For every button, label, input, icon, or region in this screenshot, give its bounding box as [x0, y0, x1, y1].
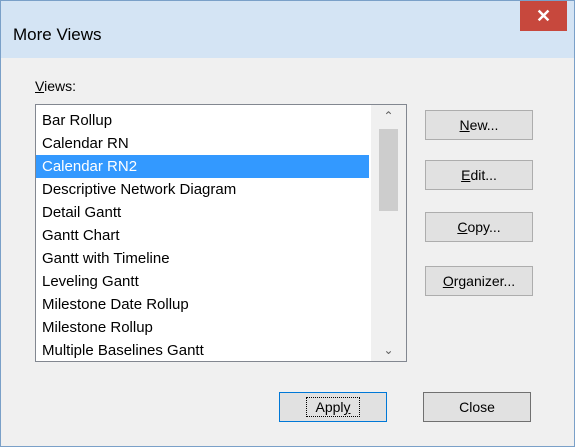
- vertical-scrollbar[interactable]: ⌃ ⌄: [371, 105, 406, 361]
- organizer-button[interactable]: Organizer...: [425, 266, 533, 296]
- list-item[interactable]: Calendar RN2: [36, 155, 369, 178]
- views-listbox[interactable]: Bar Rollup Calendar RN Calendar RN2 Descrip…: [35, 104, 407, 362]
- views-label: Views:: [35, 78, 76, 94]
- close-button-label: Close: [459, 399, 495, 415]
- new-button-label: New...: [459, 117, 499, 133]
- list-item[interactable]: Gantt Chart: [36, 224, 369, 247]
- list-item[interactable]: Milestone Rollup: [36, 316, 369, 339]
- list-item[interactable]: Bar Rollup: [36, 109, 369, 132]
- list-item[interactable]: Calendar RN: [36, 132, 369, 155]
- title-bar: More Views ✕: [1, 1, 574, 58]
- list-item[interactable]: Milestone Date Rollup: [36, 293, 369, 316]
- chevron-down-icon[interactable]: ⌄: [371, 339, 406, 361]
- copy-button-label: Copy...: [457, 219, 501, 235]
- views-list: Bar Rollup Calendar RN Calendar RN2 Descrip…: [36, 109, 369, 361]
- edit-button[interactable]: Edit...: [425, 160, 533, 190]
- list-item[interactable]: Gantt with Timeline: [36, 247, 369, 270]
- close-button[interactable]: Close: [423, 392, 531, 422]
- list-item[interactable]: Descriptive Network Diagram: [36, 178, 369, 201]
- edit-button-label: Edit...: [461, 167, 497, 183]
- copy-button[interactable]: Copy...: [425, 212, 533, 242]
- apply-button-label: Apply: [306, 397, 360, 417]
- close-window-button[interactable]: ✕: [520, 1, 567, 31]
- dialog-body: Views: Bar Rollup Calendar RN Calendar RN2…: [9, 58, 566, 438]
- list-item[interactable]: Detail Gantt: [36, 201, 369, 224]
- chevron-up-icon[interactable]: ⌃: [371, 105, 406, 127]
- organizer-button-label: Organizer...: [442, 273, 516, 289]
- list-item[interactable]: Leveling Gantt: [36, 270, 369, 293]
- apply-button[interactable]: Apply: [279, 392, 387, 422]
- new-button[interactable]: New...: [425, 110, 533, 140]
- close-icon: ✕: [535, 5, 552, 26]
- scrollbar-thumb[interactable]: [379, 129, 398, 211]
- more-views-dialog: More Views ✕ Views: Bar Rollup Calendar R…: [0, 0, 575, 447]
- dialog-title: More Views: [13, 25, 102, 44]
- list-item[interactable]: Multiple Baselines Gantt: [36, 339, 369, 361]
